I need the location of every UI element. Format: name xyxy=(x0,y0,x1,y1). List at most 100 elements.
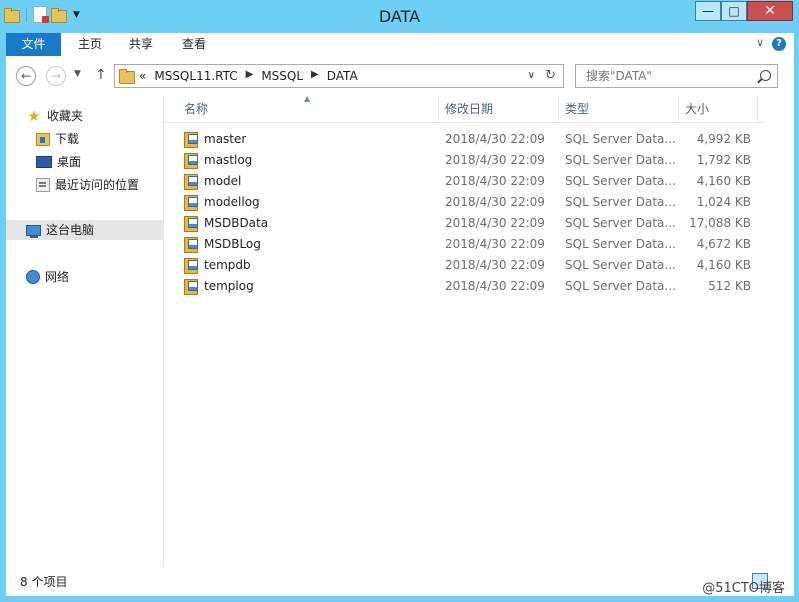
file-type: SQL Server Data... xyxy=(565,174,676,188)
breadcrumb-data[interactable]: DATA xyxy=(327,69,358,83)
back-button[interactable]: ← xyxy=(16,66,36,86)
breadcrumb: « MSSQL11.RTC ▶ MSSQL ▶ DATA xyxy=(139,69,358,83)
tab-view[interactable]: 查看 xyxy=(174,33,214,56)
file-row[interactable]: tempdb 2018/4/30 22:09 SQL Server Data..… xyxy=(164,255,764,276)
file-date: 2018/4/30 22:09 xyxy=(445,237,545,251)
database-file-icon xyxy=(184,258,198,274)
file-row[interactable]: MSDBData 2018/4/30 22:09 SQL Server Data… xyxy=(164,213,764,234)
sidebar-item-this-pc[interactable]: 这台电脑 xyxy=(6,220,163,240)
tab-share[interactable]: 共享 xyxy=(121,33,161,56)
recent-locations-icon[interactable]: ▼ xyxy=(74,69,81,79)
file-row[interactable]: model 2018/4/30 22:09 SQL Server Data...… xyxy=(164,171,764,192)
address-bar[interactable]: « MSSQL11.RTC ▶ MSSQL ▶ DATA ∨ ↻ xyxy=(114,64,564,88)
sidebar-item-label: 最近访问的位置 xyxy=(55,178,140,192)
file-date: 2018/4/30 22:09 xyxy=(445,195,545,209)
column-header-size[interactable]: 大小 xyxy=(679,96,758,122)
watermark: @51CTO博客 xyxy=(702,581,785,596)
sidebar-item-label: 桌面 xyxy=(57,155,82,169)
content-area: ★ 收藏夹 下载 桌面 最近访问的位置 这台电脑 网络 ▲ 名称 修改日期 类型… xyxy=(6,94,794,567)
file-row[interactable]: MSDBLog 2018/4/30 22:09 SQL Server Data.… xyxy=(164,234,764,255)
database-file-icon xyxy=(184,153,198,169)
search-icon[interactable] xyxy=(760,70,771,81)
close-button[interactable]: ✕ xyxy=(747,1,793,21)
file-name: model xyxy=(204,174,242,188)
file-date: 2018/4/30 22:09 xyxy=(445,132,545,146)
file-name: MSDBLog xyxy=(204,237,261,251)
database-file-icon xyxy=(184,195,198,211)
ribbon-expand-icon[interactable]: ∨ xyxy=(756,36,764,49)
file-type: SQL Server Data... xyxy=(565,279,676,293)
sidebar-item-label: 收藏夹 xyxy=(47,109,84,123)
file-row[interactable]: modellog 2018/4/30 22:09 SQL Server Data… xyxy=(164,192,764,213)
file-row[interactable]: templog 2018/4/30 22:09 SQL Server Data.… xyxy=(164,276,764,297)
status-bar: 8 个项目 @51CTO博客 xyxy=(6,567,794,596)
file-type: SQL Server Data... xyxy=(565,216,676,230)
column-header-name[interactable]: 名称 xyxy=(178,96,439,122)
sidebar-item-network[interactable]: 网络 xyxy=(26,267,69,287)
breadcrumb-mssql11-rtc[interactable]: MSSQL11.RTC xyxy=(154,69,237,83)
file-name: tempdb xyxy=(204,258,251,272)
desktop-icon xyxy=(36,156,52,168)
sidebar-item-label: 网络 xyxy=(45,270,70,284)
navigation-pane: ★ 收藏夹 下载 桌面 最近访问的位置 这台电脑 网络 xyxy=(6,96,163,567)
file-size: 4,160 KB xyxy=(696,174,751,188)
file-type: SQL Server Data... xyxy=(565,153,676,167)
file-date: 2018/4/30 22:09 xyxy=(445,258,545,272)
column-header-date[interactable]: 修改日期 xyxy=(439,96,559,122)
tab-file[interactable]: 文件 xyxy=(6,33,61,56)
file-size: 4,672 KB xyxy=(696,237,751,251)
database-file-icon xyxy=(184,279,198,295)
file-name: master xyxy=(204,132,247,146)
ribbon-tabs: 文件 主页 共享 查看 ∨ ? xyxy=(6,33,794,57)
chevron-right-icon[interactable]: ▶ xyxy=(246,69,254,83)
file-name: mastlog xyxy=(204,153,253,167)
sidebar-item-recent[interactable]: 最近访问的位置 xyxy=(36,175,139,195)
breadcrumb-overflow[interactable]: « xyxy=(139,69,146,83)
refresh-icon[interactable]: ↻ xyxy=(545,68,556,83)
file-row[interactable]: master 2018/4/30 22:09 SQL Server Data..… xyxy=(164,129,764,150)
sidebar-item-favorites[interactable]: ★ 收藏夹 xyxy=(26,106,83,126)
downloads-icon xyxy=(36,132,50,146)
file-name: MSDBData xyxy=(204,216,269,230)
file-date: 2018/4/30 22:09 xyxy=(445,153,545,167)
up-button[interactable]: ↑ xyxy=(95,67,107,83)
search-input[interactable] xyxy=(584,68,758,84)
forward-button[interactable]: → xyxy=(46,66,66,86)
file-date: 2018/4/30 22:09 xyxy=(445,174,545,188)
file-size: 512 KB xyxy=(708,279,751,293)
database-file-icon xyxy=(184,174,198,190)
window-controls: — □ ✕ xyxy=(695,1,793,21)
computer-icon xyxy=(26,224,41,238)
recent-places-icon xyxy=(36,178,50,192)
sidebar-item-label: 这台电脑 xyxy=(46,223,95,237)
file-size: 17,088 KB xyxy=(689,216,751,230)
file-type: SQL Server Data... xyxy=(565,258,676,272)
file-name: modellog xyxy=(204,195,260,209)
chevron-right-icon[interactable]: ▶ xyxy=(311,69,319,83)
sidebar-item-downloads[interactable]: 下载 xyxy=(36,129,79,149)
file-size: 4,160 KB xyxy=(696,258,751,272)
breadcrumb-mssql[interactable]: MSSQL xyxy=(261,69,303,83)
search-box[interactable] xyxy=(575,64,778,88)
database-file-icon xyxy=(184,216,198,232)
file-row[interactable]: mastlog 2018/4/30 22:09 SQL Server Data.… xyxy=(164,150,764,171)
explorer-window: ▼ DATA — □ ✕ 文件 主页 共享 查看 ∨ ? ← → ▼ ↑ « M… xyxy=(0,0,799,602)
file-type: SQL Server Data... xyxy=(565,132,676,146)
tab-home[interactable]: 主页 xyxy=(70,33,110,56)
item-count: 8 个项目 xyxy=(20,575,68,589)
database-file-icon xyxy=(184,132,198,148)
maximize-button[interactable]: □ xyxy=(721,1,747,21)
sidebar-item-label: 下载 xyxy=(55,132,80,146)
file-type: SQL Server Data... xyxy=(565,195,676,209)
column-header-type[interactable]: 类型 xyxy=(559,96,679,122)
chevron-down-icon[interactable]: ∨ xyxy=(528,70,535,81)
minimize-button[interactable]: — xyxy=(695,1,721,21)
sidebar-item-desktop[interactable]: 桌面 xyxy=(36,152,81,172)
title-bar: ▼ DATA — □ ✕ xyxy=(0,0,799,32)
file-size: 1,024 KB xyxy=(696,195,751,209)
window-title: DATA xyxy=(378,7,421,26)
help-icon[interactable]: ? xyxy=(772,37,786,51)
file-date: 2018/4/30 22:09 xyxy=(445,216,545,230)
navigation-bar: ← → ▼ ↑ « MSSQL11.RTC ▶ MSSQL ▶ DATA ∨ ↻ xyxy=(6,56,794,96)
file-size: 1,792 KB xyxy=(696,153,751,167)
